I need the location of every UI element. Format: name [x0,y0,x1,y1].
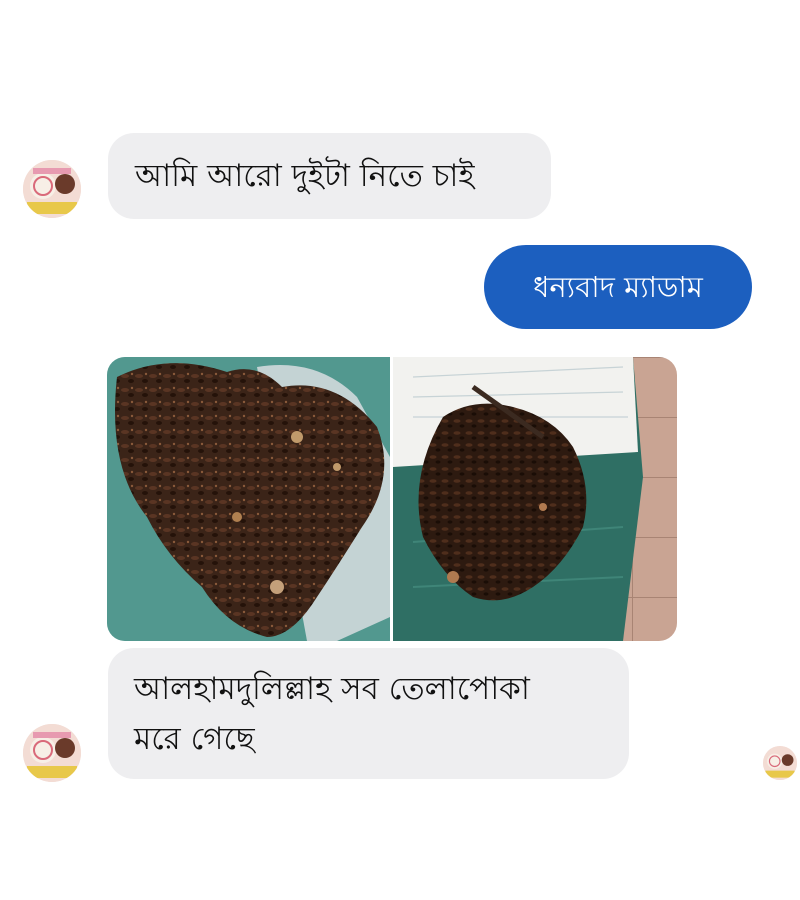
photo-image [107,357,390,641]
photo-image [393,357,677,641]
outgoing-message[interactable]: ধন্যবাদ ম্যাডাম [484,245,752,329]
message-text: ধন্যবাদ ম্যাডাম [533,270,703,304]
contact-avatar-image [23,724,81,782]
contact-avatar[interactable] [23,724,81,782]
contact-avatar-image [23,160,81,218]
message-text-line: আলহামদুলিল্লাহ সব তেলাপোকা [134,671,530,707]
read-receipt-image [763,746,797,780]
incoming-message[interactable]: আলহামদুলিল্লাহ সব তেলাপোকা মরে গেছে [108,648,629,779]
message-text-line: মরে গেছে [134,721,255,757]
shared-photo[interactable] [107,357,390,641]
contact-avatar[interactable] [23,160,81,218]
message-text: আমি আরো দুইটা নিতে চাই [135,158,475,194]
shared-photo[interactable] [393,357,677,641]
incoming-message[interactable]: আমি আরো দুইটা নিতে চাই [108,133,551,219]
read-receipt-avatar [763,746,797,780]
